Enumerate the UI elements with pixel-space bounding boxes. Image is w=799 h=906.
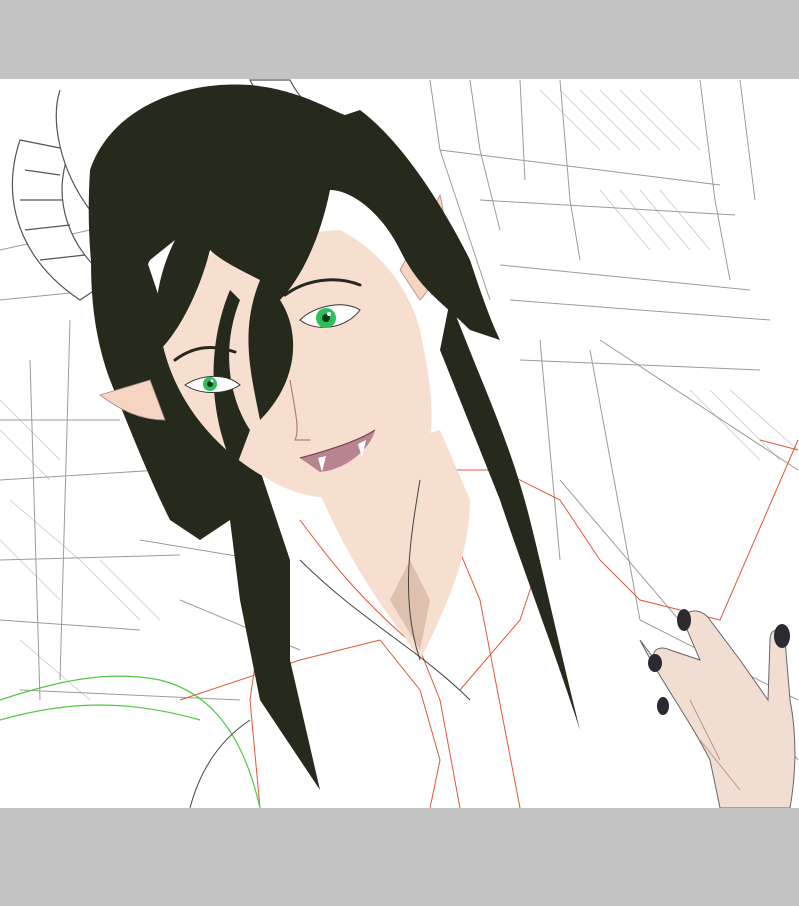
hand bbox=[639, 609, 796, 808]
top-gray-margin bbox=[0, 0, 799, 79]
illustration bbox=[0, 79, 799, 808]
bottom-gray-margin bbox=[0, 808, 799, 906]
nail-2 bbox=[774, 624, 790, 648]
drawing-canvas bbox=[0, 79, 799, 808]
nail-4 bbox=[657, 697, 669, 715]
green-sketch bbox=[0, 675, 261, 808]
nail-1 bbox=[677, 609, 691, 631]
nail-3 bbox=[648, 654, 662, 672]
